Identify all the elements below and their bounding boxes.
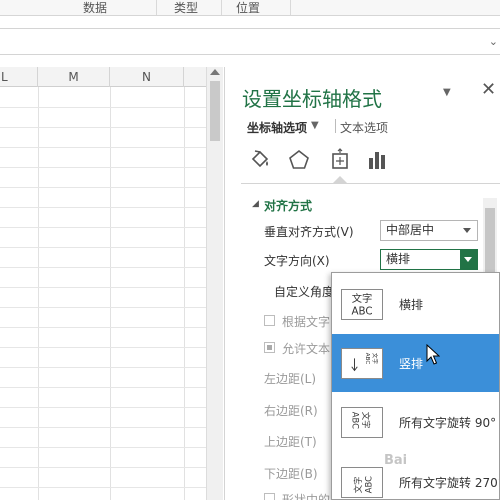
formula-bar[interactable]: ⌄ xyxy=(0,28,500,55)
pane-title: 设置坐标轴格式 xyxy=(242,87,382,111)
grid-line xyxy=(0,367,206,368)
watermark-logo: Bai xyxy=(384,453,408,468)
wrap-text-checkbox[interactable] xyxy=(264,342,275,353)
tab-axis-options[interactable]: 坐标轴选项 xyxy=(247,119,307,136)
ribbon-group-data: 数据 xyxy=(83,1,108,15)
tab-text-options[interactable]: 文本选项 xyxy=(340,119,388,136)
chevron-down-icon[interactable]: ▼ xyxy=(311,120,319,131)
grid-line xyxy=(0,267,206,268)
scrollbar-thumb[interactable] xyxy=(210,81,220,141)
right-margin-label: 右边距(R) xyxy=(264,404,318,418)
left-margin-label: 左边距(L) xyxy=(264,372,317,386)
scroll-up-arrow-icon[interactable] xyxy=(210,69,220,75)
mouse-pointer-icon xyxy=(426,344,440,365)
column-header-l[interactable]: L xyxy=(0,67,38,87)
expand-formula-bar-icon[interactable]: ⌄ xyxy=(489,35,498,48)
top-margin-label: 上边距(T) xyxy=(264,435,317,449)
menu-item-label: 横排 xyxy=(399,298,424,312)
rotate-270-text-icon: 文字 ABC xyxy=(341,467,383,498)
column-header-n[interactable]: N xyxy=(110,67,184,87)
collapse-section-icon[interactable]: ◢ xyxy=(252,199,259,209)
pane-options-dropdown-icon[interactable]: ▼ xyxy=(443,87,451,98)
grid-line xyxy=(0,407,206,408)
divider xyxy=(335,119,336,133)
grid-line xyxy=(0,107,206,108)
grid-line xyxy=(0,467,206,468)
worksheet-grid[interactable]: L M N xyxy=(0,67,206,500)
column-header-row: L M N xyxy=(0,67,206,87)
vertical-alignment-label: 垂直对齐方式(V) xyxy=(264,225,354,239)
ribbon-group-position: 位置 xyxy=(236,1,261,15)
grid-line xyxy=(0,167,206,168)
menu-item-label: 竖排 xyxy=(399,357,424,371)
icon-text: 文字 xyxy=(353,476,363,493)
menu-item-horizontal[interactable]: 文字 ABC 横排 xyxy=(332,275,499,333)
grid-line xyxy=(0,387,206,388)
ribbon-group-type: 类型 xyxy=(174,1,199,15)
vertical-alignment-value: 中部居中 xyxy=(386,223,435,237)
grid-line xyxy=(0,427,206,428)
menu-item-rotate-270[interactable]: 文字 ABC 所有文字旋转 270° xyxy=(332,453,500,499)
grid-line xyxy=(38,87,39,500)
active-tab-indicator xyxy=(333,176,347,183)
worksheet-scrollbar[interactable] xyxy=(206,67,223,500)
resize-shape-label: 根据文字 xyxy=(282,315,331,329)
icon-text: 文字 xyxy=(371,353,379,365)
horizontal-text-icon: 文字 ABC xyxy=(341,289,383,320)
fill-line-icon[interactable] xyxy=(247,147,273,173)
shape-label: 形状中的 xyxy=(282,493,331,500)
text-direction-dropdown-list: 文字 ABC 横排 文字 ABC 竖排 文字 ABC 所有文字旋转 90° 文字 xyxy=(331,272,500,500)
icon-text: 文字 xyxy=(352,292,373,305)
chevron-down-icon xyxy=(463,228,471,233)
wrap-text-label: 允许文本 xyxy=(282,342,331,356)
menu-item-rotate-90[interactable]: 文字 ABC 所有文字旋转 90° xyxy=(332,393,499,451)
grid-line xyxy=(0,347,206,348)
icon-text: ABC xyxy=(363,476,373,493)
ribbon-group-bar: 数据 类型 位置 xyxy=(0,0,500,16)
resize-shape-checkbox[interactable] xyxy=(264,315,275,326)
dropdown-arrow-icon[interactable] xyxy=(460,250,477,269)
vertical-text-icon: 文字 ABC xyxy=(341,348,383,379)
grid-line xyxy=(0,207,206,208)
text-direction-value: 横排 xyxy=(386,252,411,266)
grid-line xyxy=(0,327,206,328)
custom-angle-label: 自定义角度 xyxy=(274,285,335,299)
menu-item-label: 所有文字旋转 270° xyxy=(399,476,500,490)
grid-line xyxy=(0,127,206,128)
icon-text: ABC xyxy=(351,412,361,429)
menu-item-label: 所有文字旋转 90° xyxy=(399,416,497,430)
menu-item-vertical[interactable]: 文字 ABC 竖排 xyxy=(332,334,499,392)
grid-line xyxy=(0,247,206,248)
size-properties-icon[interactable] xyxy=(327,147,353,173)
icon-text: ABC xyxy=(351,305,372,317)
icon-text: 文字 xyxy=(361,412,371,429)
close-icon[interactable]: ✕ xyxy=(481,79,496,100)
grid-line xyxy=(0,187,206,188)
vertical-alignment-select[interactable]: 中部居中 xyxy=(380,220,478,241)
grid-line xyxy=(0,287,206,288)
ribbon-separator xyxy=(221,0,222,15)
text-direction-select[interactable]: 横排 xyxy=(380,249,478,270)
grid-line xyxy=(0,307,206,308)
grid-line xyxy=(110,87,111,500)
icon-text: ABC xyxy=(364,353,370,365)
ribbon-separator xyxy=(290,0,291,15)
grid-line xyxy=(184,87,185,500)
bottom-margin-label: 下边距(B) xyxy=(264,467,318,481)
text-direction-label: 文字方向(X) xyxy=(264,254,330,268)
column-header-m[interactable]: M xyxy=(38,67,110,87)
grid-line xyxy=(0,487,206,488)
section-alignment-title[interactable]: 对齐方式 xyxy=(264,197,312,214)
grid-line xyxy=(0,147,206,148)
shape-checkbox[interactable] xyxy=(264,493,275,500)
axis-options-bar-icon[interactable] xyxy=(365,147,391,173)
rotate-90-text-icon: 文字 ABC xyxy=(341,407,383,438)
grid-line xyxy=(0,227,206,228)
divider xyxy=(241,183,500,184)
effects-pentagon-icon[interactable] xyxy=(286,147,312,173)
grid-line xyxy=(0,447,206,448)
ribbon-separator xyxy=(156,0,157,15)
